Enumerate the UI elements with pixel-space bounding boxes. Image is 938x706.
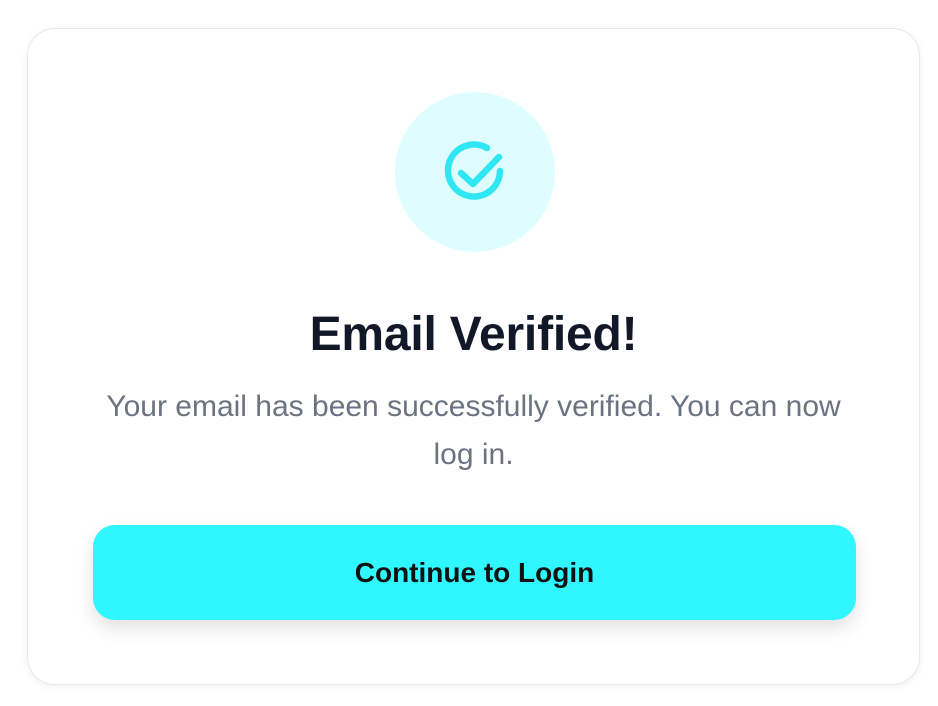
verification-card: Email Verified! Your email has been succ… xyxy=(27,28,920,685)
check-circle-icon xyxy=(427,124,523,220)
success-icon-circle xyxy=(395,92,555,252)
verification-message: Your email has been successfully verifie… xyxy=(106,390,841,471)
continue-to-login-button[interactable]: Continue to Login xyxy=(93,525,856,620)
page-title: Email Verified! xyxy=(309,308,638,361)
verification-page: Email Verified! Your email has been succ… xyxy=(0,0,938,706)
